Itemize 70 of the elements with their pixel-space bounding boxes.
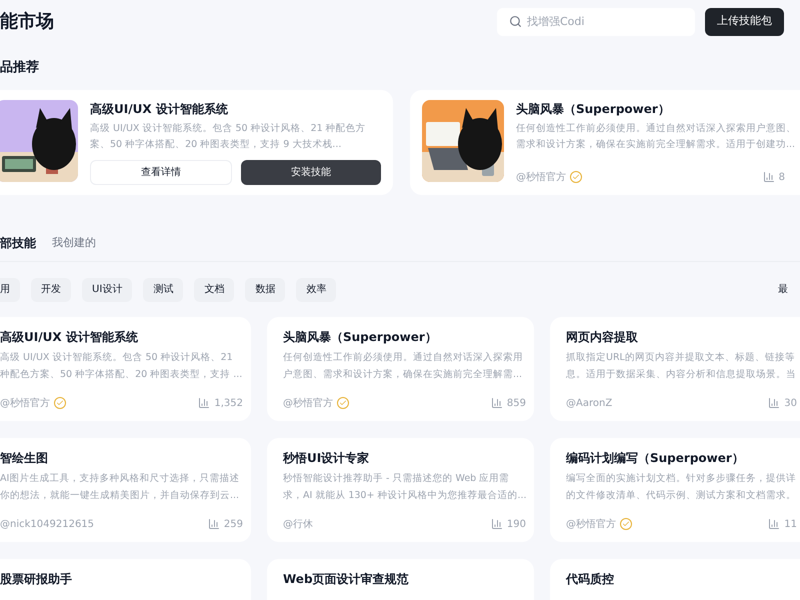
skill-title: 编码计划编写（Superpower） xyxy=(566,450,745,466)
search-icon xyxy=(509,14,522,28)
chart-icon xyxy=(490,397,503,409)
skill-description: 高级 UI/UX 设计智能系统。包含 50 种设计风格、21 种配色方 案、50 种字体搭配、20 种图表类型，支持 9 大技术栈... xyxy=(90,122,367,152)
chart-icon xyxy=(762,171,775,183)
skill-card[interactable]: 秒悟UI设计专家 秒悟智能设计推荐助手 - 只需描述您的 Web 应用需 求，AI 就能从 130+ 种设计风格中为您推荐最合适的... @行休 190 xyxy=(267,438,534,542)
filter-chip[interactable]: 效率 xyxy=(296,278,336,302)
skill-card[interactable]: 头脑风暴（Superpower） 任何创造性工作前必须使用。通过自然对话深入探索用 户意图、需求和设计方案，确保在实施前完全理解需... @秒悟官方 859 xyxy=(267,316,534,420)
usage-count: 8 xyxy=(778,170,785,184)
skill-title: 网页内容提取 xyxy=(566,328,639,346)
skill-title: 股票研报助手 xyxy=(0,570,73,588)
search-field[interactable]: 找增强Codi xyxy=(497,8,695,36)
skill-title: 代码质控 xyxy=(566,570,615,588)
usage-count: 30 xyxy=(784,396,797,410)
skill-description: 编写全面的实施计划文档。针对多步骤任务，提供详 的文件修改清单、代码示例、测试方案和文档需求。 xyxy=(566,472,797,502)
tab[interactable]: 我创建的 xyxy=(52,235,96,252)
author-name: @AaronZ xyxy=(566,396,612,410)
upload-button[interactable]: 上传技能包 xyxy=(705,8,784,36)
skill-card[interactable]: 高级UI/UX 设计智能系统 高级 UI/UX 设计智能系统。包含 50 种设计风格、21 种配色方案、50 种字体搭配、20 种图表类型，支持 ... @秒悟官方 1,352 xyxy=(0,316,251,420)
skill-card[interactable]: 代码质控 xyxy=(550,558,800,600)
filter-chip[interactable]: 开发 xyxy=(31,278,71,302)
skill-title: 高级UI/UX 设计智能系统 xyxy=(90,100,229,118)
skill-card[interactable]: 股票研报助手 xyxy=(0,558,251,600)
skill-title: 智绘生图 xyxy=(0,450,49,466)
sort-label[interactable]: 最 xyxy=(778,282,788,297)
verified-icon xyxy=(54,397,66,409)
skill-card[interactable]: 网页内容提取 抓取指定URL的网页内容并提取文本、标题、链接等 息。适用于数据采集、内容分析和信息提取场景。当 @AaronZ 30 xyxy=(550,316,800,420)
filter-chip[interactable]: 测试 xyxy=(143,278,184,302)
skill-description: 任何创造性工作前必须使用。通过自然对话深入探索用户意图、 需求和设计方案，确保在实施前完全理解需求。适用于创建功... xyxy=(516,122,797,152)
author-name: @秒悟官方 xyxy=(283,396,333,410)
chart-icon xyxy=(768,397,780,409)
skill-title: 高级UI/UX 设计智能系统 xyxy=(0,328,139,346)
verified-icon xyxy=(570,171,582,183)
skill-description: 抓取指定URL的网页内容并提取文本、标题、链接等 息。适用于数据采集、内容分析和信息提取场景。当 xyxy=(566,350,797,382)
skill-title: Web页面设计审查规范 xyxy=(283,570,410,588)
usage-count: 259 xyxy=(224,518,243,532)
chart-icon xyxy=(768,518,780,530)
author-name: @秒悟官方 xyxy=(0,396,50,410)
skill-description: 任何创造性工作前必须使用。通过自然对话深入探索用 户意图、需求和设计方案，确保在实施前完全理解需... xyxy=(283,350,524,382)
page-title: 能市场 xyxy=(0,10,54,34)
skill-card[interactable]: Web页面设计审查规范 xyxy=(267,558,534,600)
chart-icon xyxy=(490,518,503,530)
skill-description: 高级 UI/UX 设计智能系统。包含 50 种设计风格、21 种配色方案、50 种字体搭配、20 种图表类型，支持 ... xyxy=(0,350,243,382)
chart-icon xyxy=(198,397,210,409)
filter-chip[interactable]: 数据 xyxy=(245,278,286,302)
verified-icon xyxy=(620,518,632,530)
section-heading: 品推荐 xyxy=(0,59,40,77)
chart-icon xyxy=(208,518,220,530)
install-button[interactable]: 安装技能 xyxy=(241,160,381,184)
author-name: @秒悟官方 xyxy=(516,170,566,184)
filter-chip[interactable]: 用 xyxy=(0,278,20,302)
skill-card[interactable]: 智绘生图 AI图片生成工具，支持多种风格和尺寸选择，只需描述 你的想法，就能一键生成精美图片，并自动保存到云... @nick1049212615 259 xyxy=(0,438,251,542)
usage-count: 190 xyxy=(506,518,526,532)
skill-card[interactable]: 编码计划编写（Superpower） 编写全面的实施计划文档。针对多步骤任务，提供详 的文件修改清单、代码示例、测试方案和文档需求。 @秒悟官方 11 xyxy=(550,438,800,542)
skill-description: AI图片生成工具，支持多种风格和尺寸选择，只需描述 你的想法，就能一键生成精美图片，并自动保存到云... xyxy=(0,472,240,502)
author-name: @秒悟官方 xyxy=(566,518,616,532)
skill-title: 秒悟UI设计专家 xyxy=(283,450,370,466)
usage-count: 1,352 xyxy=(214,396,243,410)
usage-count: 11 xyxy=(784,518,797,532)
tab[interactable]: 部技能 xyxy=(0,234,36,252)
skill-title: 头脑风暴（Superpower） xyxy=(516,100,671,118)
skill-description: 秒悟智能设计推荐助手 - 只需描述您的 Web 应用需 求，AI 就能从 130+ 种设计风格中为您推荐最合适的... xyxy=(283,472,526,502)
skill-title: 头脑风暴（Superpower） xyxy=(283,328,438,346)
details-button[interactable]: 查看详情 xyxy=(90,160,232,184)
filter-chip[interactable]: 文档 xyxy=(194,278,234,302)
author-name: @nick1049212615 xyxy=(0,518,94,532)
verified-icon xyxy=(337,397,349,409)
author-name: @行休 xyxy=(283,518,313,532)
filter-chip[interactable]: UI设计 xyxy=(82,278,132,302)
usage-count: 859 xyxy=(506,396,526,410)
